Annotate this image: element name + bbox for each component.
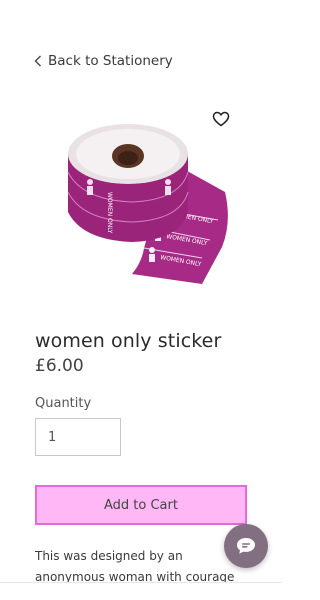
back-to-stationery-link[interactable]: Back to Stationery bbox=[34, 52, 173, 70]
description-line: This was designed by an bbox=[35, 549, 183, 563]
heart-icon[interactable] bbox=[212, 110, 230, 128]
quantity-input[interactable] bbox=[35, 418, 121, 456]
product-image: WOMEN ONLY WOMEN ONLY WOMEN ONLY WOMEN O… bbox=[67, 124, 228, 284]
sticker-text: WOMEN ONLY bbox=[106, 192, 113, 234]
product-price: £6.00 bbox=[35, 356, 84, 376]
chat-bubble-icon bbox=[237, 538, 255, 554]
chevron-left-icon bbox=[34, 55, 41, 67]
product-title: women only sticker bbox=[35, 330, 222, 352]
bottom-bar bbox=[0, 583, 282, 600]
back-link-label: Back to Stationery bbox=[48, 53, 173, 69]
quantity-label: Quantity bbox=[35, 396, 92, 411]
add-to-cart-button[interactable]: Add to Cart bbox=[35, 485, 247, 525]
chat-button[interactable] bbox=[224, 524, 268, 568]
